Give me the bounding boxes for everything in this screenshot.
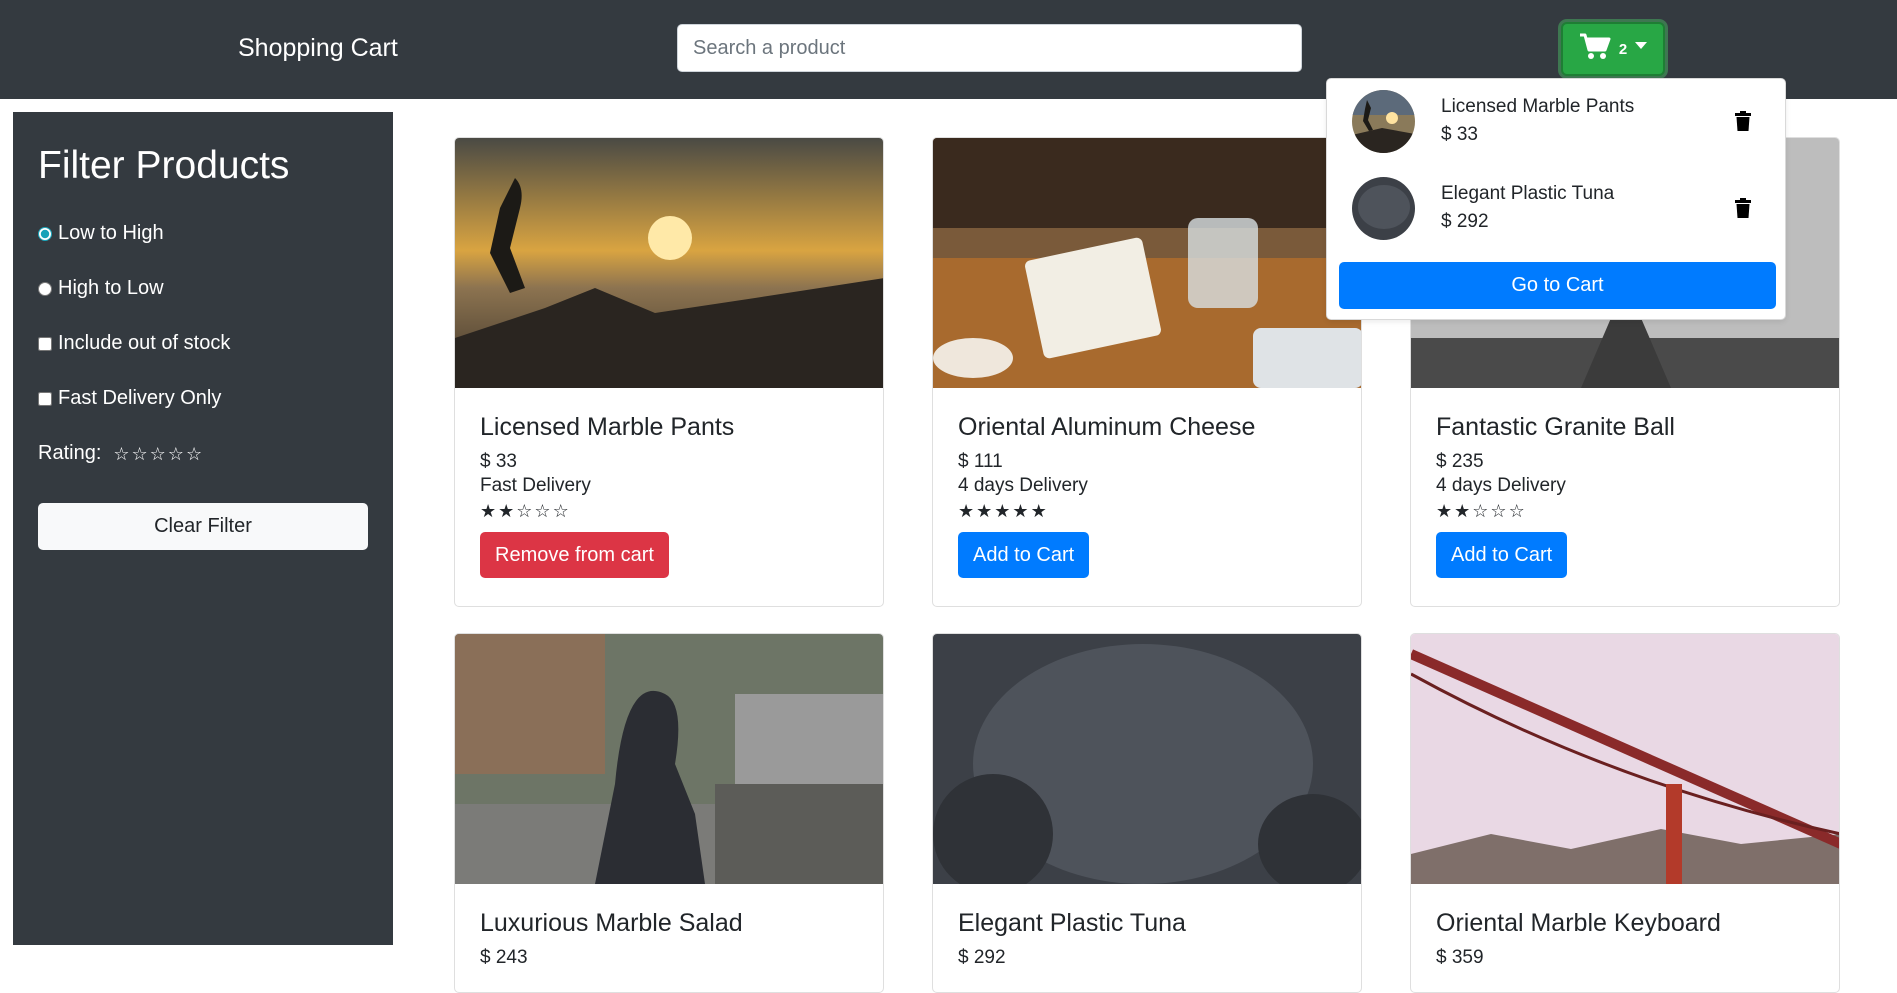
star-icon[interactable]: ☆ (132, 445, 148, 463)
star-icon: ★ (976, 501, 993, 521)
cart-dropdown-menu: Licensed Marble Pants $ 33 Elegant Plast… (1326, 78, 1786, 320)
star-icon: ★ (994, 501, 1011, 521)
filter-sidebar: Filter Products Low to High High to Low … (13, 112, 393, 945)
cart-item-name: Elegant Plastic Tuna (1441, 183, 1615, 204)
add-to-cart-button[interactable]: Add to Cart (958, 532, 1090, 578)
sort-high-low-radio[interactable] (38, 281, 52, 296)
include-out-of-stock-option[interactable]: Include out of stock (38, 332, 230, 355)
product-title: Fantastic Granite Ball (1436, 413, 1675, 441)
star-icon: ★ (1436, 501, 1453, 521)
product-delivery: 4 days Delivery (1436, 475, 1566, 496)
product-card: Licensed Marble Pants $ 33 Fast Delivery… (454, 137, 884, 607)
cart-count-badge: 2 (1618, 40, 1628, 58)
trash-icon[interactable] (1728, 193, 1758, 223)
fast-delivery-option[interactable]: Fast Delivery Only (38, 387, 221, 410)
rating-label: Rating: (38, 442, 102, 464)
star-icon[interactable]: ☆ (168, 445, 184, 463)
product-title: Luxurious Marble Salad (480, 909, 743, 937)
cart-item: Licensed Marble Pants $ 33 (1352, 89, 1772, 153)
product-image (1411, 634, 1839, 884)
product-rating: ★ ★ ★ ★ ★ (958, 502, 1336, 520)
sort-low-high-label: Low to High (58, 222, 164, 244)
cart-item-price: $ 33 (1441, 124, 1478, 145)
star-icon: ☆ (534, 501, 551, 521)
product-image (933, 634, 1361, 884)
star-icon: ★ (1030, 501, 1047, 521)
star-icon: ★ (1454, 501, 1471, 521)
product-title: Oriental Aluminum Cheese (958, 413, 1256, 441)
star-icon[interactable]: ☆ (113, 445, 129, 463)
fast-delivery-label: Fast Delivery Only (58, 387, 222, 409)
sort-high-low-label: High to Low (58, 277, 164, 299)
clear-filter-button[interactable]: Clear Filter (38, 503, 368, 550)
star-icon: ☆ (1508, 501, 1525, 521)
product-delivery: 4 days Delivery (958, 475, 1088, 496)
cart-item-price: $ 292 (1441, 211, 1489, 232)
fast-delivery-checkbox[interactable] (38, 391, 52, 406)
product-card: Luxurious Marble Salad $ 243 (454, 633, 884, 993)
remove-from-cart-button[interactable]: Remove from cart (480, 532, 669, 578)
cart-item: Elegant Plastic Tuna $ 292 (1352, 176, 1772, 240)
trash-icon[interactable] (1728, 106, 1758, 136)
product-price: $ 33 (480, 451, 517, 472)
product-delivery: Fast Delivery (480, 475, 591, 496)
brand-title[interactable]: Shopping Cart (238, 34, 398, 63)
sort-low-high-option[interactable]: Low to High (38, 222, 164, 245)
caret-down-icon (1635, 41, 1648, 49)
rating-filter-stars: ☆ ☆ ☆ ☆ ☆ (113, 445, 202, 463)
star-icon[interactable]: ☆ (186, 445, 202, 463)
product-title: Elegant Plastic Tuna (958, 909, 1186, 937)
product-title: Oriental Marble Keyboard (1436, 909, 1721, 937)
star-icon: ☆ (1472, 501, 1489, 521)
cart-dropdown-button[interactable]: 2 (1561, 22, 1665, 76)
product-rating: ★ ★ ☆ ☆ ☆ (480, 502, 858, 520)
search-input[interactable] (677, 24, 1302, 72)
cart-item-name: Licensed Marble Pants (1441, 96, 1635, 117)
go-to-cart-button[interactable]: Go to Cart (1339, 262, 1776, 309)
product-title: Licensed Marble Pants (480, 413, 735, 441)
product-image (455, 138, 883, 388)
filter-title: Filter Products (38, 144, 290, 187)
sort-high-low-option[interactable]: High to Low (38, 277, 164, 300)
include-out-of-stock-checkbox[interactable] (38, 336, 52, 351)
star-icon: ★ (480, 501, 497, 521)
product-card: Oriental Marble Keyboard $ 359 (1410, 633, 1840, 993)
product-card: Elegant Plastic Tuna $ 292 (932, 633, 1362, 993)
rating-filter: Rating: ☆ ☆ ☆ ☆ ☆ (38, 442, 202, 465)
product-price: $ 235 (1436, 451, 1484, 472)
product-price: $ 359 (1436, 947, 1484, 968)
product-image (933, 138, 1361, 388)
sort-low-high-radio[interactable] (38, 226, 52, 241)
product-price: $ 292 (958, 947, 1006, 968)
cart-item-thumbnail (1352, 176, 1415, 240)
product-rating: ★ ★ ☆ ☆ ☆ (1436, 502, 1814, 520)
star-icon: ☆ (1490, 501, 1507, 521)
star-icon: ★ (1012, 501, 1029, 521)
product-price: $ 111 (958, 451, 1003, 472)
product-image (455, 634, 883, 884)
star-icon: ★ (498, 501, 515, 521)
include-out-of-stock-label: Include out of stock (58, 332, 231, 354)
product-price: $ 243 (480, 947, 528, 968)
star-icon[interactable]: ☆ (150, 445, 166, 463)
star-icon: ☆ (552, 501, 569, 521)
shopping-cart-icon (1579, 33, 1611, 66)
star-icon: ☆ (516, 501, 533, 521)
star-icon: ★ (958, 501, 975, 521)
product-card: Oriental Aluminum Cheese $ 111 4 days De… (932, 137, 1362, 607)
cart-item-thumbnail (1352, 89, 1415, 153)
add-to-cart-button[interactable]: Add to Cart (1436, 532, 1568, 578)
